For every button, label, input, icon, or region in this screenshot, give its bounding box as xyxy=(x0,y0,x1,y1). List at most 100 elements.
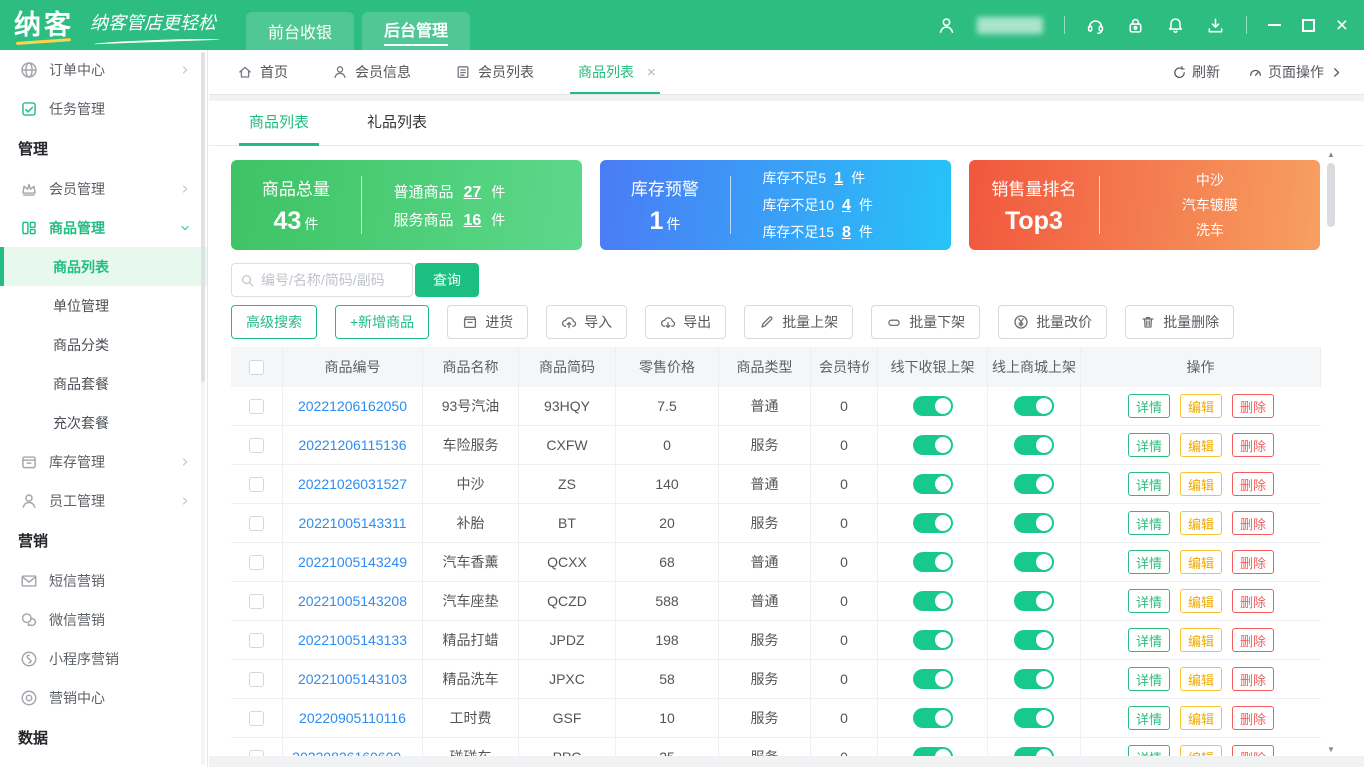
vertical-scrollbar[interactable]: ▲ ▼ xyxy=(1326,150,1336,755)
product-id-link[interactable]: 20221026031527 xyxy=(298,476,407,492)
row-checkbox[interactable] xyxy=(249,554,264,570)
sidebar-subitem-goods-list[interactable]: 商品列表 xyxy=(0,247,207,286)
row-checkbox[interactable] xyxy=(249,437,264,453)
edit-button[interactable]: 编辑 xyxy=(1179,589,1222,613)
product-id-link[interactable]: 20220905110116 xyxy=(299,710,406,726)
sidebar-item-staff-management[interactable]: 员工管理 xyxy=(0,481,207,520)
delete-button[interactable]: 删除 xyxy=(1232,667,1275,691)
online-mall-toggle[interactable] xyxy=(1014,474,1054,494)
row-checkbox[interactable] xyxy=(249,515,264,531)
row-checkbox[interactable] xyxy=(249,632,264,648)
batch-price-button[interactable]: 批量改价 xyxy=(998,305,1108,339)
page-tab-member-info[interactable]: 会员信息 xyxy=(332,50,411,94)
delete-button[interactable]: 删除 xyxy=(1232,472,1275,496)
nav-tab-front-cashier[interactable]: 前台收银 xyxy=(246,12,355,50)
window-maximize-button[interactable] xyxy=(1301,18,1315,32)
delete-button[interactable]: 删除 xyxy=(1232,394,1275,418)
scrollbar-thumb[interactable] xyxy=(1327,163,1335,227)
detail-button[interactable]: 详情 xyxy=(1127,589,1170,613)
offline-cashier-toggle[interactable] xyxy=(912,435,953,455)
batch-delete-button[interactable]: 批量删除 xyxy=(1125,305,1235,339)
offline-cashier-toggle[interactable] xyxy=(912,513,953,533)
sidebar-subitem-goods-category[interactable]: 商品分类 xyxy=(0,325,207,364)
online-mall-toggle[interactable] xyxy=(1014,708,1054,728)
online-mall-toggle[interactable] xyxy=(1014,591,1054,611)
sidebar-item-inventory-management[interactable]: 库存管理 xyxy=(0,442,207,481)
delete-button[interactable]: 删除 xyxy=(1232,628,1275,652)
tab-goods-list[interactable]: 商品列表 xyxy=(238,111,320,146)
delete-button[interactable]: 删除 xyxy=(1232,706,1275,730)
sidebar-item-order-center[interactable]: 订单中心 xyxy=(0,50,207,89)
edit-button[interactable]: 编辑 xyxy=(1179,550,1222,574)
sidebar-item-miniprogram-marketing[interactable]: 小程序营销 xyxy=(0,639,207,678)
offline-cashier-toggle[interactable] xyxy=(912,552,953,572)
product-id-link[interactable]: 20221005143249 xyxy=(298,554,407,570)
offline-cashier-toggle[interactable] xyxy=(912,396,953,416)
select-all-checkbox[interactable] xyxy=(249,359,264,375)
window-minimize-button[interactable] xyxy=(1267,24,1281,26)
offline-cashier-toggle[interactable] xyxy=(912,591,953,611)
purchase-button[interactable]: 进货 xyxy=(447,305,529,339)
delete-button[interactable]: 删除 xyxy=(1232,550,1275,574)
online-mall-toggle[interactable] xyxy=(1014,396,1054,416)
page-operations-button[interactable]: 页面操作 xyxy=(1248,62,1344,82)
batch-offshelf-button[interactable]: 批量下架 xyxy=(871,305,981,339)
sidebar-item-wechat-marketing[interactable]: 微信营销 xyxy=(0,600,207,639)
scroll-down-arrow[interactable]: ▼ xyxy=(1326,745,1336,755)
row-checkbox[interactable] xyxy=(249,593,264,609)
offline-cashier-toggle[interactable] xyxy=(912,669,953,689)
online-mall-toggle[interactable] xyxy=(1014,435,1054,455)
sidebar-subitem-unit-management[interactable]: 单位管理 xyxy=(0,286,207,325)
detail-button[interactable]: 详情 xyxy=(1127,472,1170,496)
product-id-link[interactable]: 20221005143133 xyxy=(298,632,407,648)
row-checkbox[interactable] xyxy=(249,476,264,492)
detail-button[interactable]: 详情 xyxy=(1127,433,1170,457)
query-button[interactable]: 查询 xyxy=(415,263,479,297)
detail-button[interactable]: 详情 xyxy=(1127,667,1170,691)
edit-button[interactable]: 编辑 xyxy=(1179,628,1222,652)
product-id-link[interactable]: 20221005143311 xyxy=(299,515,407,531)
sidebar-subitem-goods-package[interactable]: 商品套餐 xyxy=(0,364,207,403)
close-tab-icon[interactable]: × xyxy=(647,64,656,81)
horizontal-scrollbar[interactable] xyxy=(209,756,1364,767)
delete-button[interactable]: 删除 xyxy=(1232,511,1275,535)
detail-button[interactable]: 详情 xyxy=(1127,550,1170,574)
nav-tab-backend-admin[interactable]: 后台管理 xyxy=(362,12,471,50)
sidebar-item-sms-marketing[interactable]: 短信营销 xyxy=(0,561,207,600)
scroll-up-arrow[interactable]: ▲ xyxy=(1326,150,1336,160)
detail-button[interactable]: 详情 xyxy=(1127,511,1170,535)
edit-button[interactable]: 编辑 xyxy=(1179,511,1222,535)
page-tab-home[interactable]: 首页 xyxy=(237,50,288,94)
detail-button[interactable]: 详情 xyxy=(1127,394,1170,418)
offline-cashier-toggle[interactable] xyxy=(912,474,953,494)
product-id-link[interactable]: 20221005143208 xyxy=(298,593,407,609)
edit-button[interactable]: 编辑 xyxy=(1179,472,1222,496)
online-mall-toggle[interactable] xyxy=(1014,513,1054,533)
edit-button[interactable]: 编辑 xyxy=(1179,394,1222,418)
search-input[interactable] xyxy=(261,272,404,288)
edit-button[interactable]: 编辑 xyxy=(1179,667,1222,691)
page-tab-member-list[interactable]: 会员列表 xyxy=(455,50,534,94)
bell-icon[interactable] xyxy=(1166,16,1185,35)
offline-cashier-toggle[interactable] xyxy=(912,708,953,728)
batch-onshelf-button[interactable]: 批量上架 xyxy=(744,305,854,339)
advanced-search-button[interactable]: 高级搜索 xyxy=(231,305,317,339)
delete-button[interactable]: 删除 xyxy=(1232,433,1275,457)
online-mall-toggle[interactable] xyxy=(1014,552,1054,572)
lock-icon[interactable] xyxy=(1126,16,1145,35)
download-icon[interactable] xyxy=(1206,16,1225,35)
delete-button[interactable]: 删除 xyxy=(1232,589,1275,613)
row-checkbox[interactable] xyxy=(249,398,264,414)
tab-gift-list[interactable]: 礼品列表 xyxy=(367,111,427,145)
row-checkbox[interactable] xyxy=(249,710,264,726)
window-close-button[interactable]: × xyxy=(1336,15,1348,36)
product-id-link[interactable]: 20221206162050 xyxy=(298,398,407,414)
edit-button[interactable]: 编辑 xyxy=(1179,433,1222,457)
detail-button[interactable]: 详情 xyxy=(1127,628,1170,652)
sidebar-item-marketing-center[interactable]: 营销中心 xyxy=(0,678,207,717)
product-id-link[interactable]: 20221005143103 xyxy=(298,671,407,687)
page-tab-goods-list[interactable]: 商品列表 × xyxy=(570,50,660,94)
product-id-link[interactable]: 20221206115136 xyxy=(299,437,407,453)
edit-button[interactable]: 编辑 xyxy=(1179,706,1222,730)
import-button[interactable]: 导入 xyxy=(546,305,628,339)
